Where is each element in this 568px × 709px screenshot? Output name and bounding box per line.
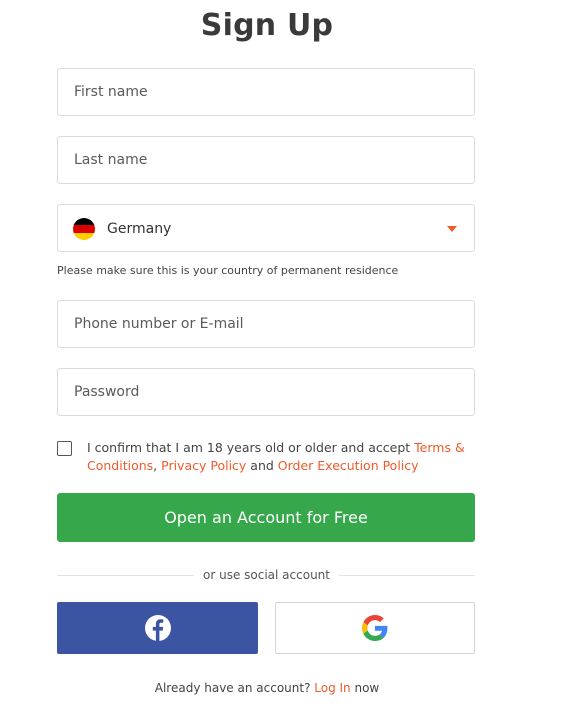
- google-login-button[interactable]: [275, 602, 475, 654]
- consent-prefix: I confirm that I am 18 years old or olde…: [87, 440, 415, 455]
- login-prompt-suffix: now: [350, 681, 380, 695]
- first-name-field[interactable]: [57, 68, 475, 116]
- contact-field[interactable]: [57, 300, 475, 348]
- privacy-policy-link[interactable]: Privacy Policy: [161, 458, 246, 473]
- login-prompt-prefix: Already have an account?: [154, 681, 315, 695]
- login-link[interactable]: Log In: [314, 681, 350, 695]
- country-select[interactable]: Germany: [57, 204, 475, 252]
- last-name-field[interactable]: [57, 136, 475, 184]
- page-title: Sign Up: [200, 8, 334, 43]
- social-divider-text: or use social account: [203, 568, 330, 582]
- phone-or-email-input[interactable]: [58, 301, 474, 347]
- germany-flag-icon: [73, 218, 95, 240]
- consent-separator: ,: [153, 458, 162, 473]
- country-selected-value: Germany: [107, 221, 172, 237]
- country-hint: Please make sure this is your country of…: [57, 264, 399, 277]
- facebook-icon: [144, 615, 171, 641]
- first-name-input[interactable]: [58, 69, 474, 115]
- chevron-down-icon[interactable]: [447, 226, 457, 232]
- last-name-input[interactable]: [58, 137, 474, 183]
- divider-line-right: [339, 575, 475, 576]
- facebook-login-button[interactable]: [57, 602, 258, 654]
- consent-text: I confirm that I am 18 years old or olde…: [87, 439, 487, 475]
- password-field[interactable]: [57, 368, 475, 416]
- password-input[interactable]: [58, 369, 474, 415]
- divider-line-left: [57, 575, 194, 576]
- order-execution-policy-link[interactable]: Order Execution Policy: [278, 458, 419, 473]
- consent-and: and: [246, 458, 278, 473]
- consent-checkbox[interactable]: [57, 441, 72, 456]
- open-account-button[interactable]: Open an Account for Free: [57, 493, 475, 542]
- google-icon: [362, 615, 388, 641]
- login-prompt: Already have an account? Log In now: [0, 681, 534, 695]
